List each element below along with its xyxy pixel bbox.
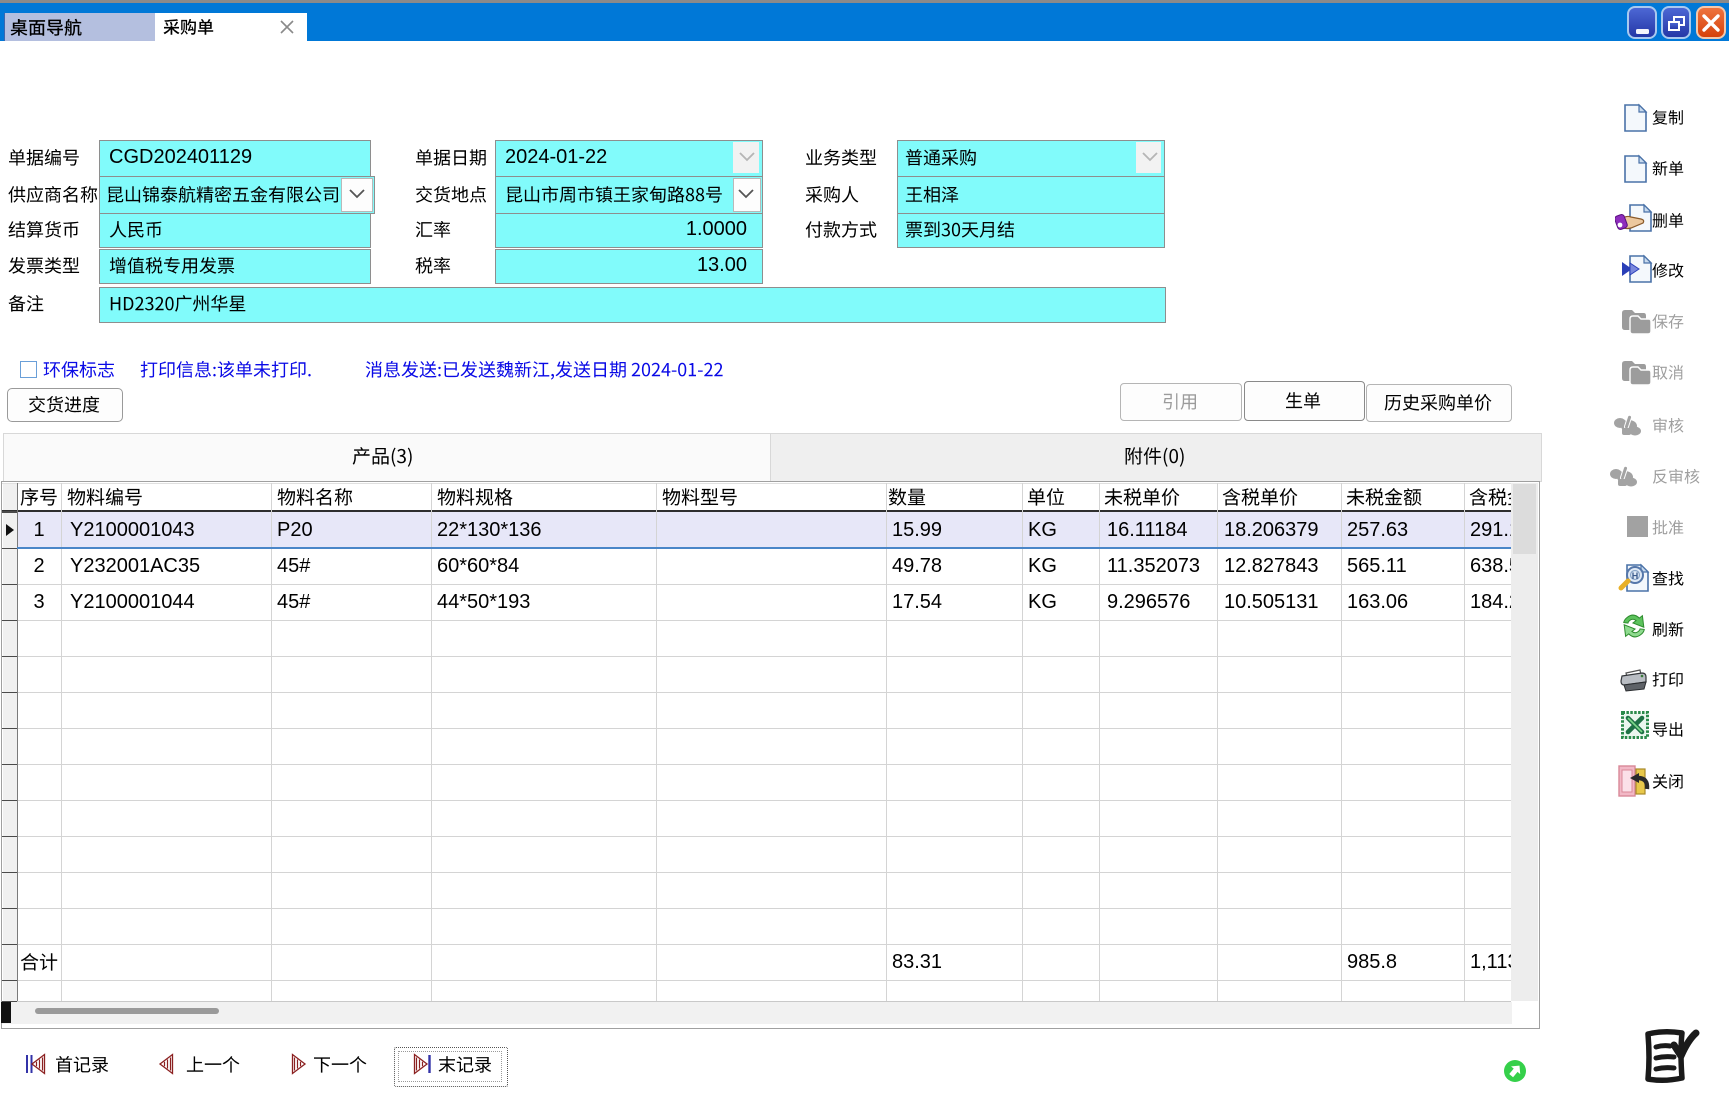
svg-text:H: H bbox=[1632, 571, 1639, 581]
